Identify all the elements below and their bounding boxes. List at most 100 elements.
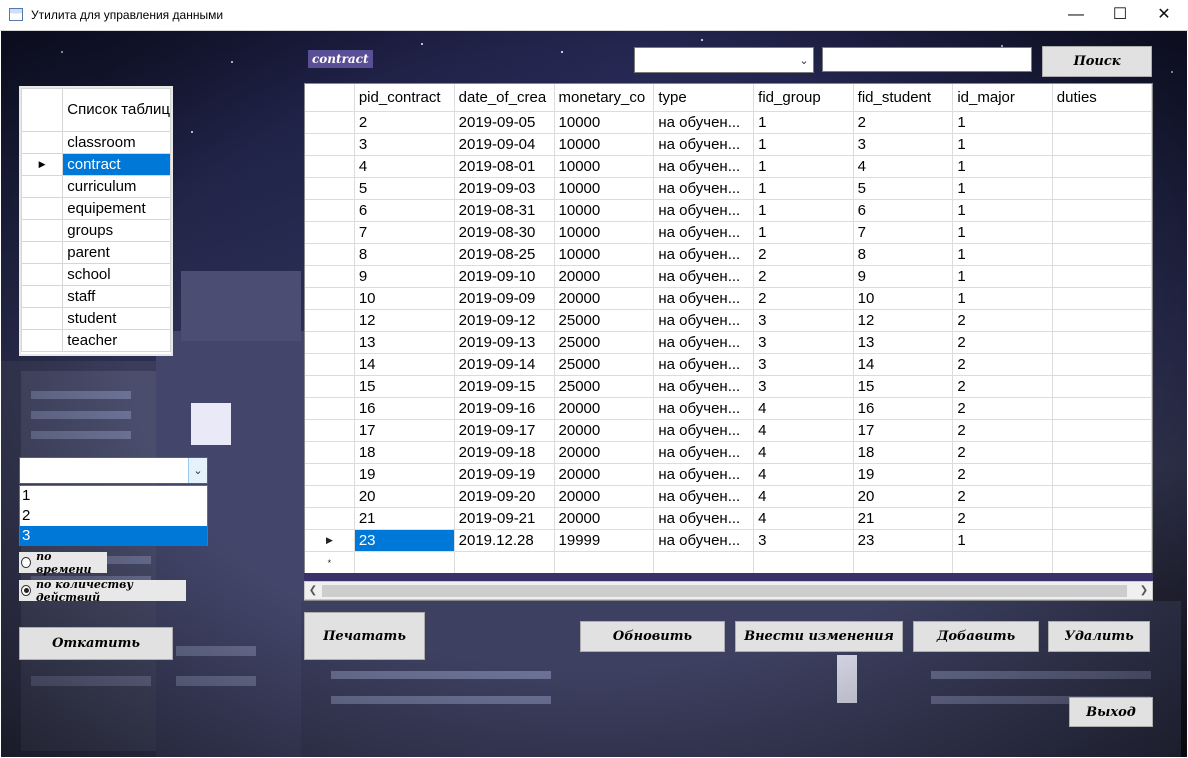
grid-cell[interactable]: 20000 [554,463,655,486]
grid-cell[interactable] [1052,397,1152,420]
current-row-icon[interactable]: ▶ [305,529,355,552]
grid-cell[interactable]: 10000 [554,133,655,156]
grid-cell[interactable]: 2 [753,287,854,310]
grid-cell[interactable]: 1 [952,243,1053,266]
table-row[interactable]: 15 2019-09-15 25000 на обучен... 3 15 2 [305,375,1152,398]
grid-cell[interactable]: 3 [354,133,455,156]
table-row[interactable]: 17 2019-09-17 20000 на обучен... 4 17 2 [305,419,1152,442]
grid-cell[interactable]: на обучен... [653,485,755,508]
grid-cell[interactable]: 4 [354,155,455,178]
tables-list-item[interactable]: teacher [62,329,171,352]
grid-cell[interactable]: 16 [853,397,954,420]
grid-cell[interactable]: 10000 [554,199,655,222]
grid-cell[interactable]: на обучен... [653,111,755,134]
grid-cell[interactable]: 25000 [554,331,655,354]
grid-cell[interactable]: на обучен... [653,221,755,244]
grid-cell[interactable] [1052,177,1152,200]
grid-cell[interactable]: 2019-09-10 [454,265,555,288]
grid-cell[interactable]: на обучен... [653,265,755,288]
table-row[interactable]: 7 2019-08-30 10000 на обучен... 1 7 1 [305,221,1152,244]
grid-cell[interactable] [1052,463,1152,486]
table-row[interactable]: 9 2019-09-10 20000 на обучен... 2 9 1 [305,265,1152,288]
grid-cell[interactable]: на обучен... [653,133,755,156]
grid-cell[interactable] [1052,507,1152,530]
grid-cell[interactable]: 2019-09-15 [454,375,555,398]
grid-cell[interactable]: 5 [853,177,954,200]
grid-cell[interactable]: 2019-09-19 [454,463,555,486]
grid-cell[interactable]: 1 [952,177,1053,200]
history-option-selected[interactable]: 3 [20,526,207,546]
grid-cell[interactable] [1052,155,1152,178]
grid-cell[interactable]: 3 [753,375,854,398]
grid-cell[interactable] [1052,375,1152,398]
radio-by-time[interactable]: по времени [19,550,107,576]
history-option[interactable]: 1 [20,486,207,506]
grid-cell[interactable]: 7 [853,221,954,244]
grid-cell[interactable]: 20000 [554,507,655,530]
new-row-icon[interactable]: * [305,551,355,574]
grid-cell[interactable] [1052,551,1152,574]
grid-cell[interactable]: 21 [853,507,954,530]
table-row[interactable]: 14 2019-09-14 25000 на обучен... 3 14 2 [305,353,1152,376]
grid-cell[interactable]: 2 [952,463,1053,486]
grid-cell[interactable]: 2019-08-25 [454,243,555,266]
grid-cell[interactable]: 15 [853,375,954,398]
grid-cell[interactable]: 2 [952,375,1053,398]
new-row[interactable]: * [305,551,1152,574]
row-header[interactable] [305,111,355,134]
grid-cell[interactable]: 4 [853,155,954,178]
maximize-button[interactable]: ☐ [1097,0,1143,30]
grid-cell[interactable]: 23 [853,529,954,552]
table-row[interactable]: 18 2019-09-18 20000 на обучен... 4 18 2 [305,441,1152,464]
grid-cell[interactable] [1052,287,1152,310]
table-row[interactable]: 6 2019-08-31 10000 на обучен... 1 6 1 [305,199,1152,222]
tables-list-item[interactable]: equipement [62,197,171,220]
exit-button[interactable]: Выход [1069,697,1153,727]
table-row[interactable]: 13 2019-09-13 25000 на обучен... 3 13 2 [305,331,1152,354]
grid-cell[interactable] [952,551,1053,574]
grid-cell[interactable]: 14 [853,353,954,376]
grid-cell[interactable]: 20000 [554,397,655,420]
grid-cell[interactable]: 3 [753,529,854,552]
grid-cell[interactable]: 2019-09-04 [454,133,555,156]
grid-cell[interactable]: 2019-08-30 [454,221,555,244]
row-header[interactable] [305,133,355,156]
table-row[interactable]: 16 2019-09-16 20000 на обучен... 4 16 2 [305,397,1152,420]
grid-cell[interactable]: 2 [952,507,1053,530]
grid-cell[interactable]: 2 [753,243,854,266]
column-header[interactable]: type [653,84,755,112]
grid-cell[interactable]: 2019-09-13 [454,331,555,354]
grid-cell[interactable]: 6 [853,199,954,222]
grid-cell[interactable]: на обучен... [653,507,755,530]
grid-cell[interactable]: 4 [753,441,854,464]
row-header[interactable] [305,397,355,420]
grid-cell[interactable]: 21 [354,507,455,530]
grid-cell[interactable]: 20 [354,485,455,508]
row-header[interactable] [305,287,355,310]
grid-cell[interactable]: 25000 [554,309,655,332]
grid-cell[interactable]: на обучен... [653,199,755,222]
tables-list-item[interactable]: parent [62,241,171,264]
search-input[interactable] [822,47,1032,72]
grid-cell[interactable] [753,551,854,574]
search-button[interactable]: Поиск [1042,46,1152,77]
grid-cell[interactable] [1052,331,1152,354]
grid-cell[interactable] [853,551,954,574]
grid-cell[interactable]: 4 [753,397,854,420]
grid-cell[interactable]: 1 [952,221,1053,244]
grid-cell[interactable] [454,551,555,574]
row-header[interactable] [305,485,355,508]
grid-cell[interactable] [1052,353,1152,376]
grid-cell[interactable] [653,551,755,574]
minimize-button[interactable]: — [1053,0,1099,30]
history-select[interactable]: ⌄ [19,457,208,484]
grid-cell[interactable]: 4 [753,507,854,530]
grid-cell[interactable]: на обучен... [653,353,755,376]
grid-cell[interactable]: 1 [952,133,1053,156]
table-row[interactable]: 5 2019-09-03 10000 на обучен... 1 5 1 [305,177,1152,200]
row-header[interactable] [305,199,355,222]
grid-cell[interactable]: 2019-08-31 [454,199,555,222]
grid-cell[interactable]: 2 [952,309,1053,332]
grid-cell[interactable]: 5 [354,177,455,200]
grid-cell[interactable] [1052,529,1152,552]
